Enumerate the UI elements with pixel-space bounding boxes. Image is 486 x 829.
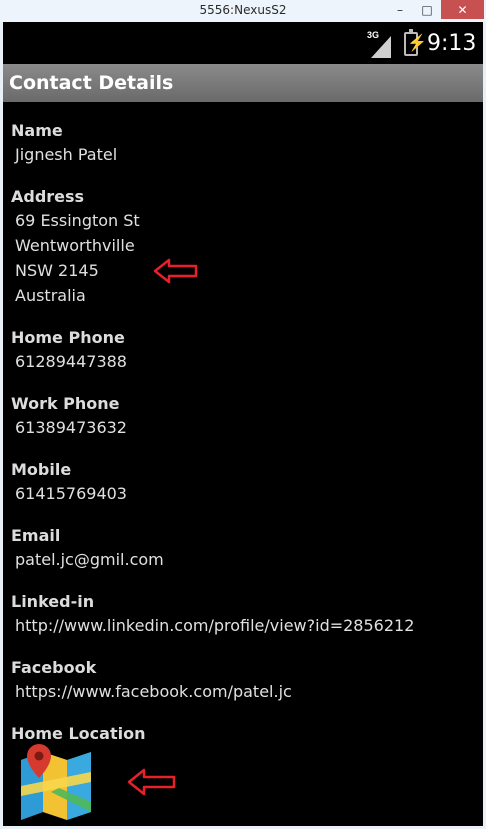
field-linkedin: Linked-in http://www.linkedin.com/profil… bbox=[11, 591, 471, 638]
field-label: Linked-in bbox=[11, 592, 95, 611]
field-label: Facebook bbox=[11, 658, 97, 677]
field-home-phone: Home Phone 61289447388 bbox=[11, 327, 471, 374]
field-mobile: Mobile 61415769403 bbox=[11, 459, 471, 506]
status-time: 9:13 bbox=[427, 31, 477, 56]
field-label: Address bbox=[11, 187, 85, 206]
maximize-button[interactable]: □ bbox=[414, 0, 440, 19]
red-arrow-icon bbox=[127, 768, 176, 796]
field-value[interactable]: patel.jc@gmil.com bbox=[11, 547, 471, 572]
field-label: Mobile bbox=[11, 460, 72, 479]
field-label: Work Phone bbox=[11, 394, 120, 413]
field-value: Australia bbox=[15, 286, 86, 305]
field-value[interactable]: 61415769403 bbox=[11, 481, 471, 506]
battery-icon: ⚡ bbox=[404, 29, 427, 56]
field-email: Email patel.jc@gmil.com bbox=[11, 525, 471, 572]
signal-icon: 3G bbox=[367, 30, 393, 58]
field-value: Jignesh Patel bbox=[15, 145, 118, 164]
close-button[interactable]: ✕ bbox=[441, 0, 484, 19]
field-value[interactable]: 61389473632 bbox=[11, 415, 471, 440]
contact-details-list: Name Jignesh Patel Address 69 Essington … bbox=[11, 120, 471, 764]
emulator-screen: 3G ⚡ 9:13 Contact Details Name Jignesh P… bbox=[3, 22, 483, 826]
field-label: Email bbox=[11, 526, 61, 545]
field-value: 69 Essington St bbox=[15, 211, 140, 230]
field-value[interactable]: https://www.facebook.com/patel.jc bbox=[11, 679, 471, 704]
field-value[interactable]: http://www.linkedin.com/profile/view?id=… bbox=[11, 613, 471, 638]
field-label: Home Phone bbox=[11, 328, 125, 347]
field-work-phone: Work Phone 61389473632 bbox=[11, 393, 471, 440]
field-label: Name bbox=[11, 121, 63, 140]
window-titlebar: 5556:NexusS2 – □ ✕ bbox=[0, 0, 486, 22]
field-address: Address 69 Essington St Wentworthville N… bbox=[11, 186, 471, 308]
minimize-button[interactable]: – bbox=[387, 0, 413, 19]
field-facebook: Facebook https://www.facebook.com/patel.… bbox=[11, 657, 471, 704]
action-bar: Contact Details bbox=[3, 64, 483, 102]
field-name: Name Jignesh Patel bbox=[11, 120, 471, 167]
field-value[interactable]: 61289447388 bbox=[11, 349, 471, 374]
page-title: Contact Details bbox=[9, 72, 174, 94]
status-bar: 3G ⚡ 9:13 bbox=[3, 22, 483, 64]
field-value: Wentworthville bbox=[15, 236, 135, 255]
field-value: NSW 2145 bbox=[15, 261, 99, 280]
map-icon[interactable] bbox=[21, 742, 91, 820]
red-arrow-icon bbox=[153, 258, 198, 284]
